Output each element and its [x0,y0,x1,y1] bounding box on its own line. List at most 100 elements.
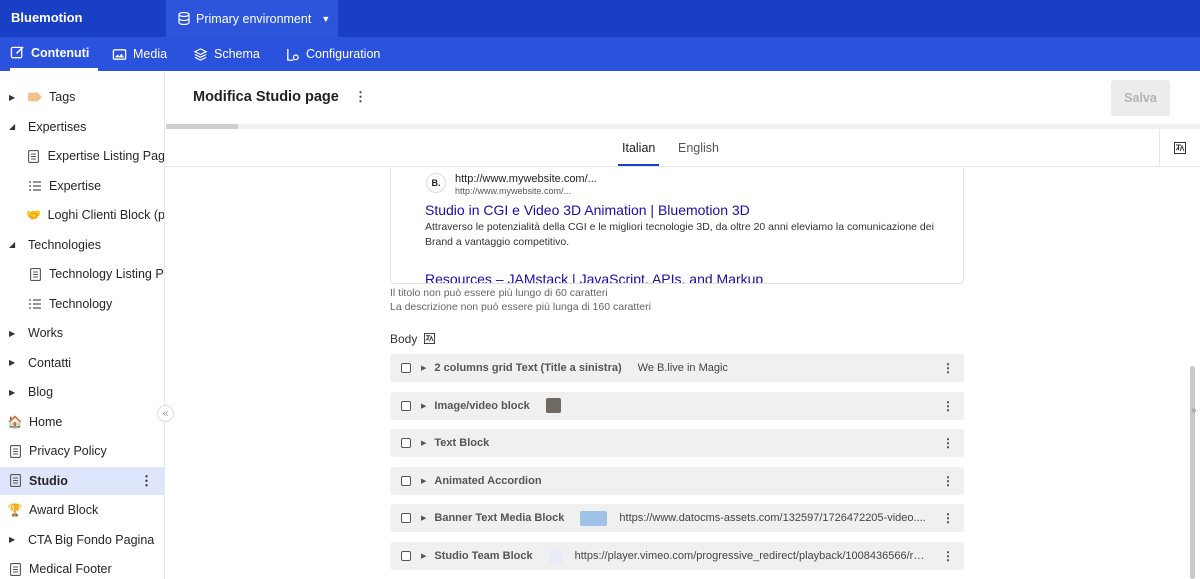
block-name: Animated Accordion [434,474,542,487]
block-checkbox[interactable] [401,363,411,373]
modular-block-row[interactable]: ▶ Studio Team Block https://player.vimeo.c… [390,542,964,570]
caret-right-icon[interactable]: ▶ [421,402,426,410]
translate-icon [423,333,435,344]
page-icon [28,267,42,281]
sidebar-item[interactable]: Technology [0,290,164,318]
form-content: B. http://www.mywebsite.com/... http://w… [166,168,1200,579]
page-header: Modifica Studio page ⋮ Salva [166,71,1200,124]
more-actions-icon[interactable]: ⋮ [942,436,954,450]
sidebar-item-label: Loghi Clienti Block (p [47,208,165,222]
title-limit-hint: Il titolo non può essere più lungo di 60… [390,287,608,299]
caret-right-icon[interactable]: ▶ [421,514,426,522]
sidebar-item-label: Technology Listing P [49,267,164,281]
page-icon [8,444,22,458]
expand-right-panel-icon[interactable]: » [1191,405,1197,416]
nav-tab-media[interactable]: Media [112,37,167,71]
more-actions-icon[interactable]: ⋮ [942,549,954,563]
caret-right-icon[interactable]: ▶ [9,93,18,102]
block-checkbox[interactable] [401,475,411,486]
modular-block-row[interactable]: ▶ 2 columns grid Text (Title a sinistra) W… [390,354,964,382]
more-actions-icon[interactable]: ⋮ [942,399,954,413]
seo-url: http://www.mywebsite.com/... [455,173,597,185]
sidebar-item[interactable]: Studio ⋮ [0,466,164,495]
modular-block-row[interactable]: ▶ Image/video block ⋮ [390,391,964,420]
sidebar-item[interactable]: ▶ Tags [0,83,164,111]
caret-down-icon: ▼ [321,13,331,24]
sidebar-item[interactable]: 🏠 Home [0,408,164,436]
block-thumbnail [580,510,608,526]
page-title: Modifica Studio page [193,89,339,105]
modular-block-row[interactable]: ▶ Banner Text Media Block https://www.dato… [390,504,964,533]
caret-right-icon[interactable]: ▶ [421,439,426,447]
block-preview: We B.live in Magic [637,362,728,374]
sidebar-item-label: Expertise Listing Pag [47,149,165,163]
seo-description: Attraverso le potenzialità della CGI e l… [425,221,934,248]
sidebar-item[interactable]: ◢ Expertises [0,113,164,141]
modular-block-row[interactable]: ▶ Animated Accordion ⋮ [390,466,964,495]
caret-right-icon[interactable]: ▶ [9,358,18,367]
brand-name[interactable]: Bluemotion [0,0,166,37]
sidebar-item[interactable]: ▶ CTA Big Fondo Pagina [0,526,164,554]
sidebar-item-label: Expertises [28,119,87,134]
caret-down-icon[interactable]: ◢ [9,122,18,131]
sidebar-item[interactable]: ▶ Contatti [0,349,164,377]
caret-down-icon[interactable]: ◢ [9,240,18,249]
sidebar-item[interactable]: 🏆 Award Block [0,496,164,524]
sidebar-item[interactable]: ◢ Technologies [0,231,164,259]
sidebar-item-label: Technology [49,296,113,311]
sidebar-item[interactable]: Technology Listing P [0,260,164,288]
block-checkbox[interactable] [401,400,411,411]
block-name: 2 columns grid Text (Title a sinistra) [434,362,622,374]
sidebar-item-label: CTA Big Fondo Pagina [28,532,155,547]
translate-icon[interactable] [1174,142,1186,157]
caret-right-icon[interactable]: ▶ [9,388,18,397]
caret-right-icon[interactable]: ▶ [421,477,426,485]
more-actions-icon[interactable]: ⋮ [140,473,153,489]
sidebar-item[interactable]: Expertise [0,172,164,200]
caret-right-icon[interactable]: ▶ [421,364,426,372]
sidebar-item[interactable]: Medical Footer [0,555,164,579]
tag-icon [28,90,42,104]
save-button[interactable]: Salva [1111,80,1170,116]
seo-preview-card: B. http://www.mywebsite.com/... http://w… [390,168,964,284]
content-sidebar: ▶ Tags ◢ Expertises Expertise Listing Pag Exp… [0,71,165,579]
nav-tab-schema[interactable]: Schema [193,37,260,71]
tab-italian[interactable]: Italian [617,141,660,166]
sidebar-item-label: Medical Footer [29,562,112,576]
block-preview: https://player.vimeo.com/progressive_red… [574,550,930,562]
block-checkbox[interactable] [401,551,411,561]
tab-english[interactable]: English [678,141,719,155]
modular-block-row[interactable]: ▶ Text Block ⋮ [390,429,964,458]
sidebar-item-label: Blog [28,385,54,399]
database-icon [178,12,190,25]
environment-switcher[interactable]: Primary environment ▼ [166,0,338,37]
more-actions-icon[interactable]: ⋮ [942,474,954,488]
sidebar-item[interactable]: ▶ Blog [0,378,164,406]
block-checkbox[interactable] [401,513,411,524]
block-checkbox[interactable] [401,438,411,449]
top-bar: Bluemotion Primary environment ▼ [0,0,1200,37]
seo-title: Studio in CGI e Video 3D Animation | Blu… [425,202,750,218]
sidebar-item[interactable]: Privacy Policy [0,437,164,465]
sidebar-item[interactable]: Expertise Listing Pag [0,142,165,170]
more-actions-icon[interactable]: ⋮ [942,511,954,525]
caret-right-icon[interactable]: ▶ [9,535,18,544]
nav-tab-configuration[interactable]: Configuration [285,37,380,71]
sidebar-item-label: Contatti [28,355,72,370]
sidebar-item-label: Home [29,414,63,429]
caret-right-icon[interactable]: ▶ [9,329,18,338]
scrollbar[interactable] [1190,366,1195,579]
more-actions-icon[interactable]: ⋮ [354,89,367,105]
nav-tab-contenuti[interactable]: Contenuti [10,37,98,71]
sidebar-item-label: Award Block [29,503,99,517]
list-icon [28,179,42,193]
sidebar-item[interactable]: 🤝 Loghi Clienti Block (p [0,201,165,229]
trophy-icon: 🏆 [7,503,23,517]
sidebar-item[interactable]: ▶ Works [0,319,164,347]
block-name: Banner Text Media Block [434,512,565,525]
caret-right-icon[interactable]: ▶ [421,552,426,560]
more-actions-icon[interactable]: ⋮ [942,361,954,375]
page-icon [8,474,22,488]
seo-next-result: Resources – JAMstack | JavaScript, APIs,… [425,271,764,284]
collapse-sidebar-button[interactable]: « [157,405,174,422]
